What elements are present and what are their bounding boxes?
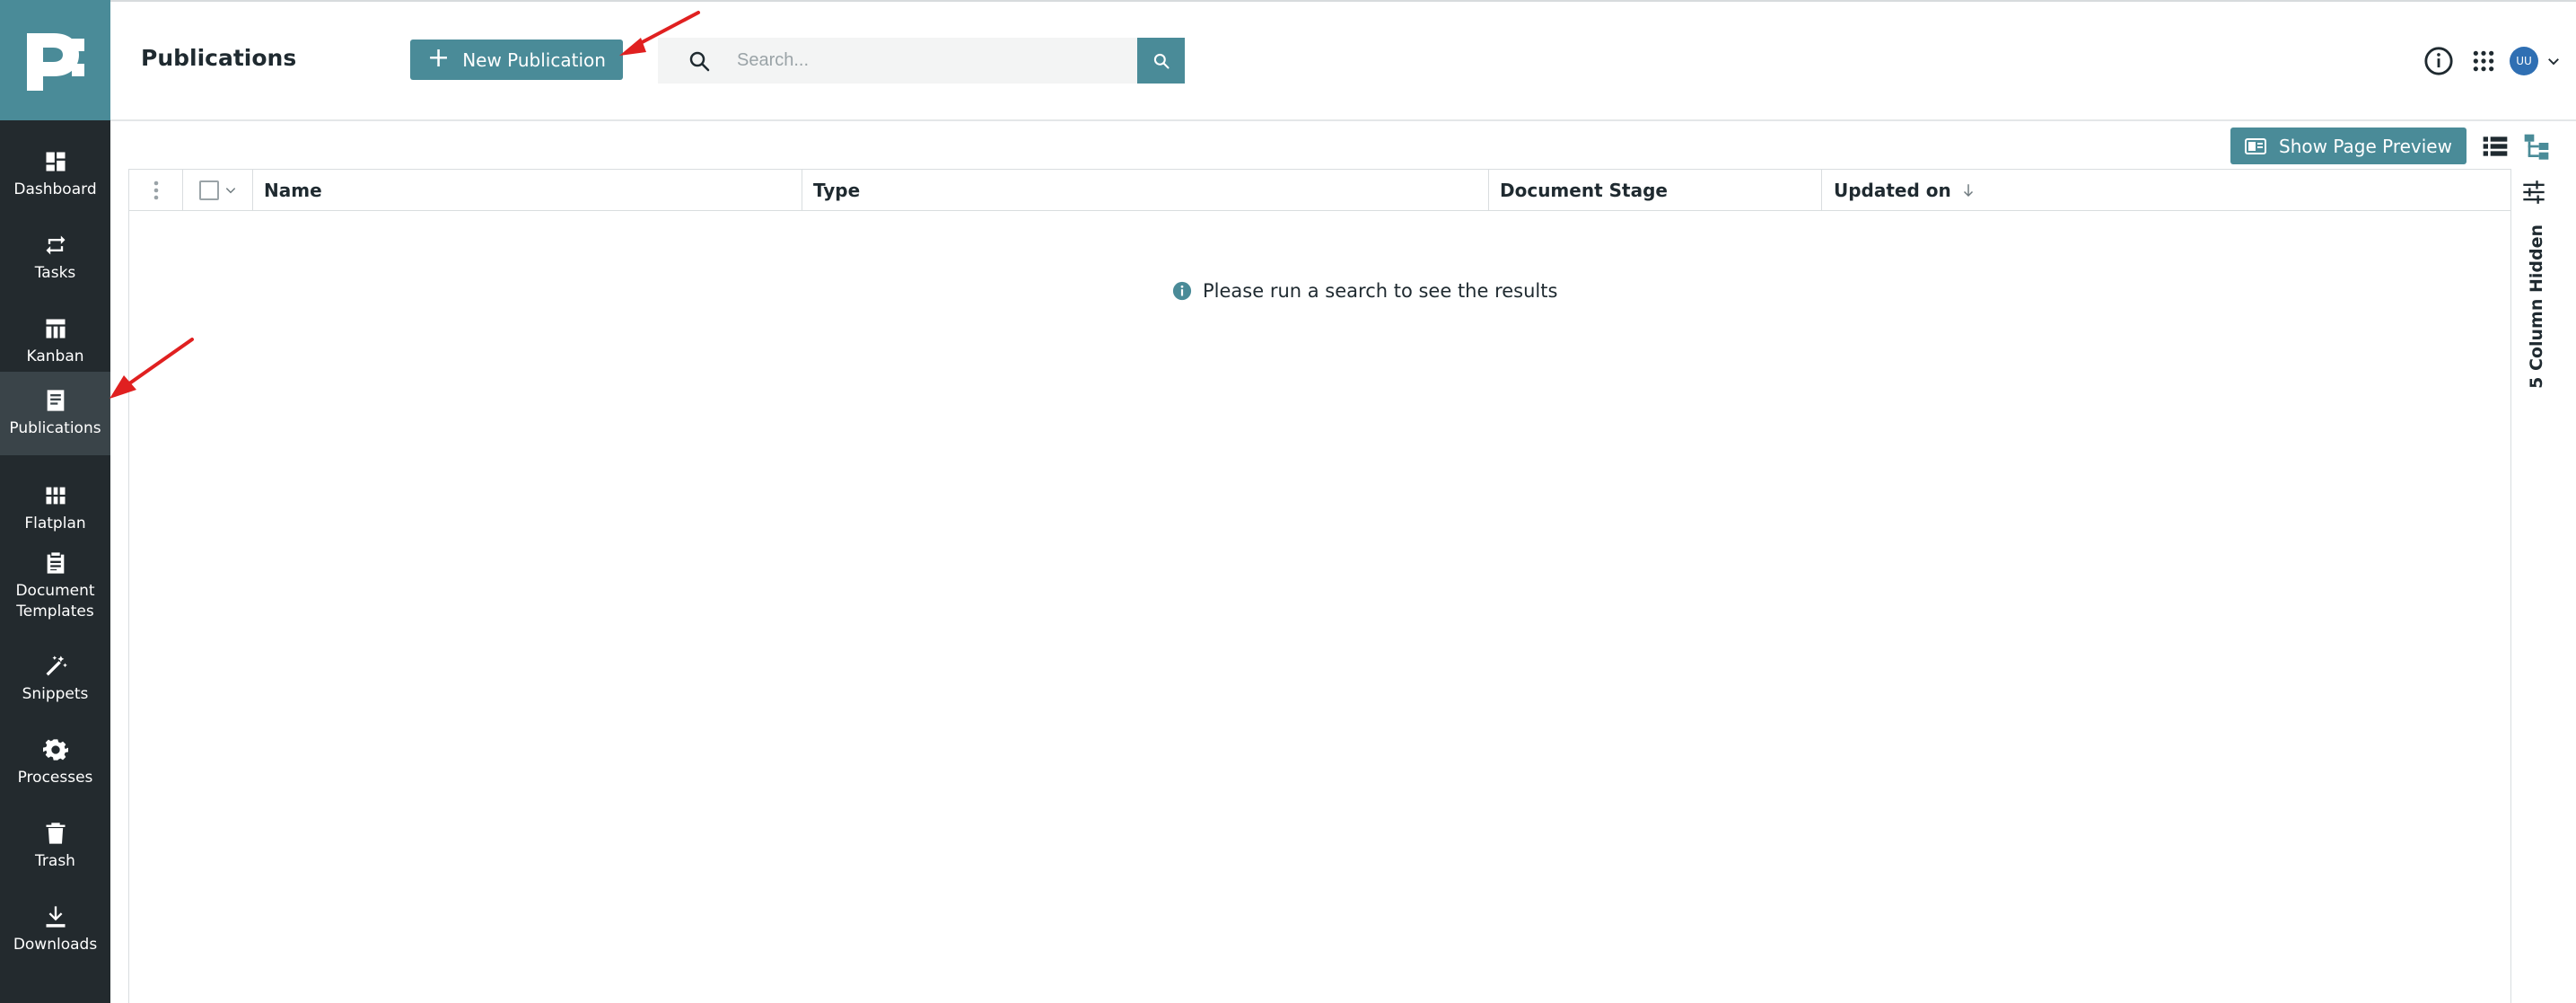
- sidebar-item-flatplan[interactable]: Flatplan: [0, 467, 110, 550]
- magic-wand-icon: [46, 655, 67, 676]
- page-preview-icon: [2245, 137, 2267, 154]
- search-icon: [689, 51, 710, 71]
- sidebar-item-document-templates[interactable]: Document Templates: [0, 541, 110, 632]
- sidebar-item-label: Document Templates: [15, 582, 95, 620]
- sidebar-item-downloads[interactable]: Downloads: [0, 888, 110, 972]
- column-header-name[interactable]: Name: [253, 170, 802, 210]
- sidebar-item-label: Kanban: [26, 348, 84, 365]
- sidebar: Dashboard Tasks Kanban Publications Flat…: [0, 0, 110, 1003]
- avatar[interactable]: UU: [2510, 47, 2538, 75]
- page-title: Publications: [141, 45, 297, 71]
- chevron-down-icon[interactable]: [224, 184, 237, 197]
- trash-icon: [46, 823, 65, 844]
- column-header-label: Updated on: [1834, 179, 1951, 201]
- search-icon: [1153, 53, 1170, 69]
- sidebar-item-processes[interactable]: Processes: [0, 721, 110, 805]
- sidebar-item-label: Snippets: [22, 685, 89, 703]
- select-all-checkbox[interactable]: [198, 180, 219, 200]
- top-border: [0, 0, 2576, 2]
- grid-icon: [46, 487, 65, 505]
- avatar-initials: UU: [2516, 55, 2532, 67]
- show-page-preview-label: Show Page Preview: [2279, 135, 2452, 157]
- sidebar-item-tasks[interactable]: Tasks: [0, 216, 110, 300]
- dashboard-icon: [46, 152, 65, 172]
- column-header-document-stage[interactable]: Document Stage: [1489, 170, 1822, 210]
- sidebar-item-snippets[interactable]: Snippets: [0, 638, 110, 721]
- column-header-label: Document Stage: [1500, 179, 1668, 201]
- empty-state-text: Please run a search to see the results: [1203, 280, 1558, 302]
- column-header-updated-on[interactable]: Updated on: [1822, 170, 2510, 210]
- sidebar-item-dashboard[interactable]: Dashboard: [0, 133, 110, 216]
- column-header-type[interactable]: Type: [802, 170, 1489, 210]
- app-logo[interactable]: [0, 0, 110, 120]
- swap-arrows-icon: [46, 235, 65, 255]
- header-divider: [110, 119, 2576, 121]
- column-header-label: Name: [264, 179, 322, 201]
- hidden-columns-label: 5 Column Hidden: [2527, 224, 2546, 389]
- apps-grid-icon[interactable]: [2472, 49, 2495, 73]
- select-all-cell: [183, 170, 253, 210]
- hidden-columns-toggle[interactable]: 5 Column Hidden: [2519, 224, 2554, 389]
- kanban-board-icon: [46, 319, 65, 339]
- list-view-icon[interactable]: [2481, 132, 2510, 161]
- logo-mark-icon: [26, 33, 84, 91]
- sidebar-item-label: Trash: [35, 852, 75, 870]
- sidebar-item-label: Downloads: [13, 936, 98, 954]
- column-settings-icon[interactable]: [2521, 180, 2546, 205]
- empty-state-message: Please run a search to see the results: [1172, 280, 1557, 302]
- column-header-label: Type: [813, 179, 861, 201]
- new-publication-label: New Publication: [462, 48, 606, 71]
- search-input[interactable]: [737, 50, 1096, 71]
- clipboard-icon: [47, 552, 64, 574]
- show-page-preview-button[interactable]: Show Page Preview: [2230, 128, 2466, 164]
- search-submit-button[interactable]: [1137, 38, 1185, 84]
- new-publication-button[interactable]: + New Publication: [410, 40, 623, 80]
- table-header: Name Type Document Stage Updated on: [129, 170, 2511, 211]
- download-icon: [46, 906, 65, 928]
- sidebar-item-label: Processes: [17, 769, 93, 787]
- document-icon: [47, 390, 64, 411]
- search-box: [658, 38, 1138, 84]
- plus-icon: +: [427, 42, 451, 74]
- sidebar-item-label: Publications: [9, 419, 101, 437]
- gear-icon: [42, 739, 68, 761]
- chevron-down-icon[interactable]: [2545, 53, 2562, 69]
- kebab-menu-icon: [153, 180, 158, 199]
- sidebar-item-label: Flatplan: [24, 515, 86, 532]
- tree-view-icon[interactable]: [2522, 132, 2551, 161]
- info-icon[interactable]: [2423, 46, 2454, 76]
- sidebar-item-label: Tasks: [34, 264, 76, 282]
- sidebar-item-label: Dashboard: [13, 180, 97, 198]
- sidebar-item-trash[interactable]: Trash: [0, 805, 110, 888]
- info-icon: [1172, 281, 1192, 301]
- header-actions: UU: [2423, 45, 2562, 77]
- column-menu-button[interactable]: [129, 170, 183, 210]
- sort-descending-icon: [1963, 183, 1973, 197]
- sidebar-item-publications[interactable]: Publications: [0, 372, 110, 455]
